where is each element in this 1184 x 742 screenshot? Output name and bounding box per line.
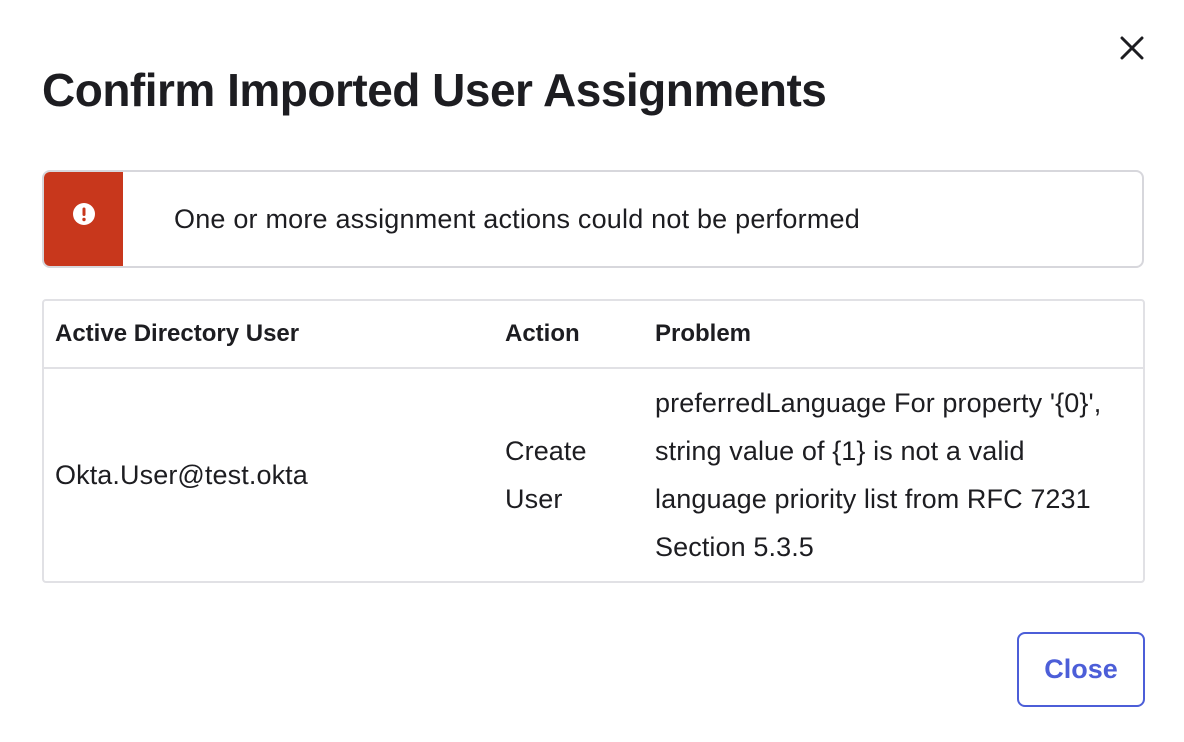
- import-assignments-dialog: Confirm Imported User Assignments One or…: [0, 0, 1184, 742]
- cell-action: Create User: [494, 368, 644, 581]
- dialog-title: Confirm Imported User Assignments: [42, 64, 827, 116]
- column-header-user: Active Directory User: [44, 301, 494, 369]
- table-row: Okta.User@test.okta Create User preferre…: [44, 368, 1143, 581]
- close-button[interactable]: Close: [1017, 632, 1145, 707]
- error-alert: One or more assignment actions could not…: [42, 170, 1144, 268]
- column-header-problem: Problem: [644, 301, 1143, 369]
- assignments-table: Active Directory User Action Problem Okt…: [42, 299, 1145, 583]
- alert-accent-bar: [44, 172, 123, 266]
- table-header-row: Active Directory User Action Problem: [44, 301, 1143, 369]
- exclamation-circle-icon: [72, 203, 95, 225]
- column-header-action: Action: [494, 301, 644, 369]
- cell-user: Okta.User@test.okta: [44, 368, 494, 581]
- alert-message: One or more assignment actions could not…: [174, 203, 860, 234]
- cell-problem: preferredLanguage For property '{0}', st…: [644, 368, 1143, 581]
- close-icon[interactable]: [1116, 32, 1148, 64]
